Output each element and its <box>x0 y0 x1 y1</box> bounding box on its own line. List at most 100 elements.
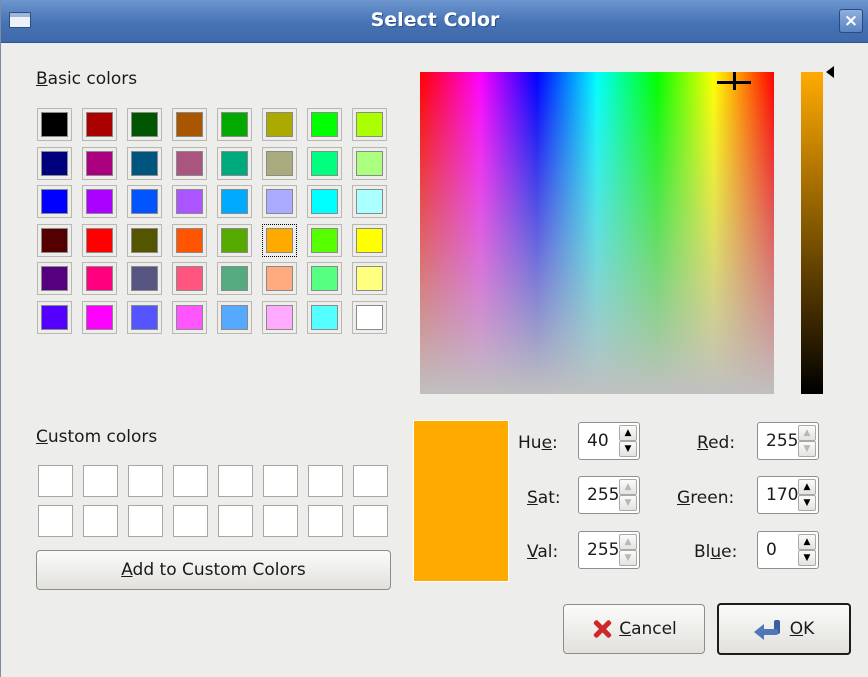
basic-color-swatch[interactable] <box>172 262 207 295</box>
basic-color-swatch[interactable] <box>307 185 342 218</box>
cancel-button[interactable]: Cancel <box>563 604 705 654</box>
val-value[interactable]: 255 <box>587 540 619 560</box>
blue-down-arrow-icon[interactable]: ▼ <box>798 550 816 566</box>
basic-color-swatch[interactable] <box>172 108 207 141</box>
basic-color-swatch[interactable] <box>127 108 162 141</box>
custom-color-slot[interactable] <box>83 505 118 537</box>
basic-color-swatch[interactable] <box>82 262 117 295</box>
hue-saturation-picker[interactable] <box>420 72 774 394</box>
custom-color-slot[interactable] <box>173 505 208 537</box>
basic-color-swatch[interactable] <box>127 224 162 257</box>
basic-color-swatch[interactable] <box>217 108 252 141</box>
basic-color-swatch[interactable] <box>262 108 297 141</box>
hue-spinbox[interactable]: 40 ▲ ▼ <box>578 422 640 460</box>
basic-color-swatch[interactable] <box>307 262 342 295</box>
hue-value[interactable]: 40 <box>587 431 609 451</box>
basic-color-swatch[interactable] <box>82 224 117 257</box>
basic-color-swatch[interactable] <box>217 262 252 295</box>
luminance-slider[interactable] <box>801 72 823 394</box>
basic-color-swatch[interactable] <box>217 147 252 180</box>
title-bar[interactable]: Select Color × <box>1 0 868 43</box>
basic-color-swatch[interactable] <box>37 262 72 295</box>
add-to-custom-colors-button[interactable]: Add to Custom Colors <box>36 550 391 590</box>
swatch-fill <box>41 266 68 291</box>
basic-color-swatch[interactable] <box>217 185 252 218</box>
green-value[interactable]: 170 <box>766 485 798 505</box>
sat-label: Sat: <box>527 488 561 508</box>
custom-color-slot[interactable] <box>83 465 118 497</box>
blue-up-arrow-icon[interactable]: ▲ <box>798 534 816 550</box>
custom-color-slot[interactable] <box>128 465 163 497</box>
green-spinbox[interactable]: 170 ▲ ▼ <box>757 476 819 514</box>
basic-color-swatch[interactable] <box>82 185 117 218</box>
basic-color-swatch[interactable] <box>172 224 207 257</box>
basic-color-swatch[interactable] <box>127 185 162 218</box>
basic-color-swatch[interactable] <box>262 147 297 180</box>
custom-color-slot[interactable] <box>173 465 208 497</box>
green-up-arrow-icon[interactable]: ▲ <box>798 479 816 495</box>
custom-color-slot[interactable] <box>263 465 298 497</box>
basic-color-swatch[interactable] <box>262 301 297 334</box>
red-spinbox[interactable]: 255 ▲ ▼ <box>757 422 819 460</box>
basic-color-swatch[interactable] <box>262 185 297 218</box>
basic-color-swatch[interactable] <box>82 108 117 141</box>
basic-color-swatch[interactable] <box>172 147 207 180</box>
basic-color-swatch[interactable] <box>352 301 387 334</box>
custom-color-slot[interactable] <box>218 505 253 537</box>
val-up-arrow-icon[interactable]: ▲ <box>619 534 637 550</box>
blue-value[interactable]: 0 <box>766 540 777 560</box>
blue-spinbox[interactable]: 0 ▲ ▼ <box>757 531 819 569</box>
basic-color-swatch[interactable] <box>172 185 207 218</box>
basic-color-swatch[interactable] <box>307 224 342 257</box>
basic-color-swatch[interactable] <box>37 301 72 334</box>
red-up-arrow-icon[interactable]: ▲ <box>798 425 816 441</box>
basic-color-swatch[interactable] <box>127 147 162 180</box>
green-down-arrow-icon[interactable]: ▼ <box>798 495 816 511</box>
custom-color-slot[interactable] <box>128 505 163 537</box>
custom-color-slot[interactable] <box>38 505 73 537</box>
red-value[interactable]: 255 <box>766 431 798 451</box>
basic-color-swatch[interactable] <box>217 224 252 257</box>
basic-color-swatch[interactable] <box>307 147 342 180</box>
custom-color-slot[interactable] <box>353 505 388 537</box>
basic-color-swatch[interactable] <box>352 262 387 295</box>
basic-color-swatch[interactable] <box>127 301 162 334</box>
luminance-arrow-icon[interactable] <box>826 66 834 78</box>
basic-color-swatch[interactable] <box>352 185 387 218</box>
basic-color-swatch[interactable] <box>127 262 162 295</box>
ok-button[interactable]: OK <box>717 603 851 655</box>
basic-color-swatch[interactable] <box>352 108 387 141</box>
red-down-arrow-icon[interactable]: ▼ <box>798 441 816 457</box>
basic-color-swatch[interactable] <box>82 147 117 180</box>
custom-color-slot[interactable] <box>308 505 343 537</box>
hue-down-arrow-icon[interactable]: ▼ <box>619 441 637 457</box>
custom-color-slot[interactable] <box>263 505 298 537</box>
cancel-x-icon <box>591 618 613 640</box>
basic-color-swatch[interactable] <box>37 147 72 180</box>
basic-color-swatch[interactable] <box>352 224 387 257</box>
sat-down-arrow-icon[interactable]: ▼ <box>619 495 637 511</box>
val-down-arrow-icon[interactable]: ▼ <box>619 550 637 566</box>
basic-color-swatch[interactable] <box>262 262 297 295</box>
basic-color-swatch[interactable] <box>262 224 297 257</box>
basic-color-swatch[interactable] <box>37 224 72 257</box>
swatch-fill <box>221 189 248 214</box>
sat-spinbox[interactable]: 255 ▲ ▼ <box>578 476 640 514</box>
hue-up-arrow-icon[interactable]: ▲ <box>619 425 637 441</box>
custom-color-slot[interactable] <box>218 465 253 497</box>
basic-color-swatch[interactable] <box>307 301 342 334</box>
sat-up-arrow-icon[interactable]: ▲ <box>619 479 637 495</box>
sat-value[interactable]: 255 <box>587 485 619 505</box>
basic-color-swatch[interactable] <box>352 147 387 180</box>
custom-color-slot[interactable] <box>38 465 73 497</box>
basic-color-swatch[interactable] <box>82 301 117 334</box>
basic-color-swatch[interactable] <box>307 108 342 141</box>
custom-color-slot[interactable] <box>308 465 343 497</box>
basic-color-swatch[interactable] <box>37 185 72 218</box>
val-spinbox[interactable]: 255 ▲ ▼ <box>578 531 640 569</box>
basic-color-swatch[interactable] <box>37 108 72 141</box>
close-button[interactable]: × <box>839 9 863 33</box>
custom-color-slot[interactable] <box>353 465 388 497</box>
basic-color-swatch[interactable] <box>217 301 252 334</box>
basic-color-swatch[interactable] <box>172 301 207 334</box>
